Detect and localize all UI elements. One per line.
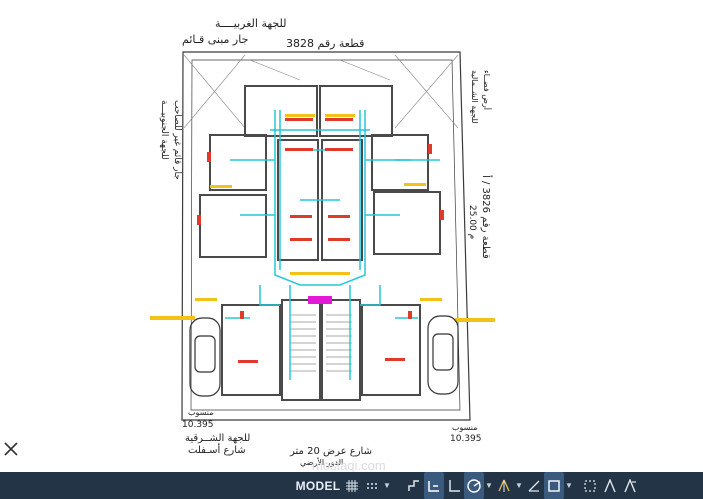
- left-side-label: للجهة الجنوبيـــة: [159, 100, 169, 160]
- annotation-visibility-icon[interactable]: [620, 472, 640, 499]
- isodraft-dropdown[interactable]: ▼: [514, 472, 524, 499]
- right-side-label: للجهة الشــمالية: [470, 70, 479, 123]
- right-neighbor-label: أرض فضــاء: [482, 70, 492, 110]
- polar-tracking-dropdown[interactable]: ▼: [484, 472, 494, 499]
- infer-constraints-icon[interactable]: [404, 472, 424, 499]
- ortho-mode-icon[interactable]: [444, 472, 464, 499]
- close-icon[interactable]: [2, 440, 20, 458]
- object-snap-dropdown[interactable]: ▼: [564, 472, 574, 499]
- object-snap-tracking-icon[interactable]: [524, 472, 544, 499]
- status-bar: MODEL ▼ ▼ ▼ ▼: [0, 472, 703, 499]
- floor-plan-drawing: للجهة الغربيــــة جار مبنى قـائم قطعة رق…: [150, 17, 495, 473]
- bottom-street-label: شارع عرض 20 متر: [289, 446, 372, 457]
- drawing-canvas[interactable]: للجهة الغربيــــة جار مبنى قـائم قطعة رق…: [0, 0, 703, 473]
- right-plot-label: قطعة رقم 3826 / أ: [480, 175, 493, 259]
- 2d-object-snap-icon[interactable]: [544, 472, 564, 499]
- bottom-left-level: 10.395: [182, 420, 214, 430]
- left-neighbor-label: جار قائم غير للصاحب: [172, 100, 182, 180]
- magenta-mark: [308, 296, 332, 304]
- snap-icon[interactable]: [424, 472, 444, 499]
- watermark: mostaqi.com: [312, 458, 386, 472]
- annotation-scale-icon[interactable]: [600, 472, 620, 499]
- grid-icon[interactable]: [342, 472, 362, 499]
- isodraft-icon[interactable]: [494, 472, 514, 499]
- right-dimension-label: 25.00 م: [467, 205, 477, 239]
- snap-mode-icon[interactable]: [362, 472, 382, 499]
- car-right: [427, 315, 459, 395]
- building-walls: [199, 85, 441, 401]
- bottom-right-level-label: منسوب: [452, 423, 478, 432]
- bottom-left-side-label: للجهة الشــرقية: [185, 433, 250, 444]
- bottom-left-level-label: منسوب: [188, 408, 214, 417]
- plot-boundary: [181, 51, 471, 421]
- car-left: [189, 317, 221, 397]
- top-plot-label: قطعة رقم 3828: [286, 37, 364, 50]
- top-side-label: للجهة الغربيــــة: [215, 17, 287, 30]
- top-neighbor-label: جار مبنى قـائم: [182, 33, 248, 46]
- polar-tracking-icon[interactable]: [464, 472, 484, 499]
- snap-mode-dropdown[interactable]: ▼: [382, 472, 392, 499]
- bottom-left-street-label: شارع أسـفلت: [188, 443, 246, 456]
- model-space-button[interactable]: MODEL: [294, 472, 342, 499]
- bottom-right-level: 10.395: [450, 434, 482, 444]
- selection-cycling-icon[interactable]: [580, 472, 600, 499]
